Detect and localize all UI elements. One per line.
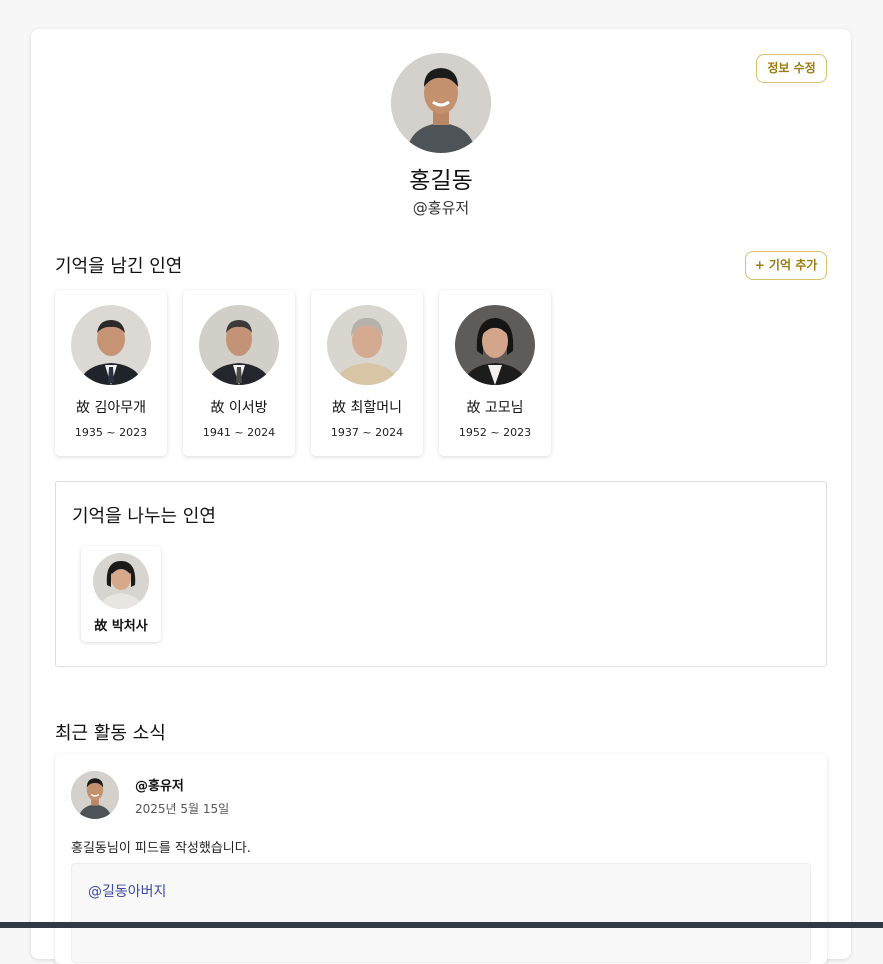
memorial-photo: [71, 305, 151, 385]
sharing-section: 기억을 나누는 인연 故 박처사: [55, 481, 827, 667]
feed-item: @홍유저 2025년 5월 15일 홍길동님이 피드를 작성했습니다. @길동아…: [55, 754, 827, 964]
memorial-years: 1935 ~ 2023: [74, 426, 148, 439]
feed-avatar[interactable]: [71, 771, 119, 819]
memory-card[interactable]: 故 최할머니 1937 ~ 2024: [311, 290, 423, 456]
profile-handle: @홍유저: [412, 199, 470, 217]
memorial-photo: [199, 305, 279, 385]
feed-text: 홍길동님이 피드를 작성했습니다.: [71, 841, 251, 856]
sharing-card[interactable]: 故 박처사: [81, 546, 161, 642]
bottom-bar: [0, 922, 883, 928]
memorial-photo: [327, 305, 407, 385]
memorial-name: 故 김아무개: [76, 400, 146, 416]
edit-profile-button[interactable]: 정보 수정: [756, 54, 827, 83]
sharing-section-title: 기억을 나누는 인연: [72, 506, 216, 527]
memorial-name: 故 최할머니: [332, 400, 402, 416]
memory-card[interactable]: 故 이서방 1941 ~ 2024: [183, 290, 295, 456]
memories-section-title: 기억을 남긴 인연: [55, 256, 183, 277]
memorial-name: 故 이서방: [210, 400, 268, 416]
memory-card[interactable]: 故 고모님 1952 ~ 2023: [439, 290, 551, 456]
add-memory-button[interactable]: + 기억 추가: [745, 251, 827, 280]
feed-date: 2025년 5월 15일: [135, 802, 230, 816]
feed-username[interactable]: @홍유저: [135, 775, 184, 794]
feed-mention-link[interactable]: @길동아버지: [88, 881, 166, 901]
profile-name: 홍길동: [409, 168, 473, 194]
feed-content-box: @길동아버지: [71, 863, 811, 963]
memorial-name: 故 고모님: [466, 400, 524, 416]
memorial-years: 1952 ~ 2023: [458, 426, 532, 439]
memorial-years: 1937 ~ 2024: [330, 426, 404, 439]
memory-card[interactable]: 故 김아무개 1935 ~ 2023: [55, 290, 167, 456]
profile-avatar: [391, 53, 491, 153]
memorial-years: 1941 ~ 2024: [202, 426, 276, 439]
sharing-photo: [93, 553, 149, 609]
sharing-name: 故 박처사: [94, 619, 148, 634]
profile-card: 홍길동 @홍유저 정보 수정 기억을 남긴 인연 + 기억 추가 故 김아무개 …: [31, 29, 851, 964]
memorial-photo: [455, 305, 535, 385]
activity-section-title: 최근 활동 소식: [55, 723, 166, 744]
